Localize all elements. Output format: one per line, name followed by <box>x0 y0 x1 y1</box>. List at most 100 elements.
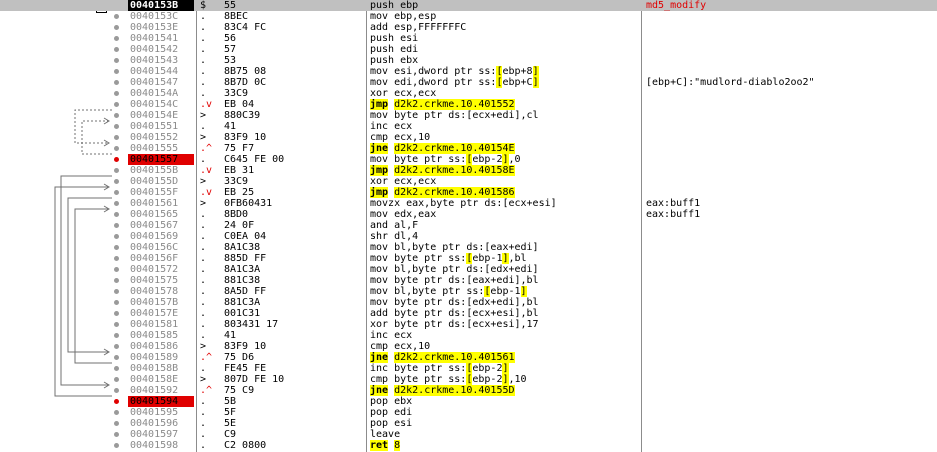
instruction-row[interactable]: 00401557. C645 FE 00 mov byte ptr ss:[ebp-… <box>0 154 937 165</box>
disassembly-view[interactable]: { "ip_label": "IP", "collapse_symbol": "… <box>0 0 937 452</box>
instruction-row[interactable]: 00401541. 56 push esi <box>0 33 937 44</box>
instruction-row[interactable]: 00401547. 8B7D 0C mov edi,dword ptr ss:[eb… <box>0 77 937 88</box>
breakpoint-slot-icon[interactable] <box>114 355 119 360</box>
instruction-bytes: 8BD0 <box>224 209 249 220</box>
breakpoint-slot-icon[interactable] <box>114 36 119 41</box>
instruction-row[interactable]: 00401586 >83F9 10 cmp ecx,10 <box>0 341 937 352</box>
breakpoint-slot-icon[interactable] <box>114 333 119 338</box>
breakpoint-slot-icon[interactable] <box>114 300 119 305</box>
breakpoint-slot-icon[interactable] <box>114 267 119 272</box>
instruction-row[interactable]: 0040158B. FE45 FE inc byte ptr ss:[ebp-2] <box>0 363 937 374</box>
instruction-row[interactable]: 00401597. C9 leave <box>0 429 937 440</box>
instruction-row[interactable]: 00401543. 53 push ebx <box>0 55 937 66</box>
breakpoint-slot-icon[interactable] <box>114 14 119 19</box>
instruction-row[interactable]: 0040158E >807D FE 10 cmp byte ptr ss:[ebp-… <box>0 374 937 385</box>
instruction-row[interactable]: 0040154E >880C39 mov byte ptr ds:[ecx+edi]… <box>0 110 937 121</box>
breakpoint-slot-icon[interactable] <box>114 102 119 107</box>
breakpoint-slot-icon[interactable] <box>114 113 119 118</box>
breakpoint-slot-icon[interactable] <box>114 388 119 393</box>
instruction-row[interactable]: 0040155D >33C9 xor ecx,ecx <box>0 176 937 187</box>
breakpoint-slot-icon[interactable] <box>114 80 119 85</box>
breakpoint-slot-icon[interactable] <box>114 135 119 140</box>
breakpoint-icon[interactable] <box>114 157 119 162</box>
breakpoint-slot-icon[interactable] <box>114 322 119 327</box>
breakpoint-slot-icon[interactable] <box>114 223 119 228</box>
breakpoint-slot-icon[interactable] <box>114 410 119 415</box>
breakpoint-slot-icon[interactable] <box>114 190 119 195</box>
instruction-bytes: EB 31 <box>224 165 255 176</box>
instruction-row[interactable]: 00401551. 41 inc ecx <box>0 121 937 132</box>
instruction-row[interactable]: 00401572. 8A1C3A mov bl,byte ptr ds:[edx+e… <box>0 264 937 275</box>
instruction-row[interactable]: 0040155F .v EB 25 jmp d2k2.crkme.10.401586 <box>0 187 937 198</box>
instruction-row[interactable]: 0040157E. 001C31 add byte ptr ds:[ecx+esi]… <box>0 308 937 319</box>
breakpoint-slot-icon[interactable] <box>114 432 119 437</box>
breakpoint-slot-icon[interactable] <box>114 311 119 316</box>
instruction-row[interactable]: 0040153B $55 push ebp md5_modify <box>0 0 937 11</box>
instruction-row[interactable]: 0040153E. 83C4 FC add esp,FFFFFFFC <box>0 22 937 33</box>
breakpoint-slot-icon[interactable] <box>114 377 119 382</box>
instruction-bytes: 0FB60431 <box>224 198 273 209</box>
instruction-bytes: 83C4 FC <box>224 22 267 33</box>
instruction-row[interactable]: 00401561 >0FB60431 movzx eax,byte ptr ds:[… <box>0 198 937 209</box>
breakpoint-slot-icon[interactable] <box>114 179 119 184</box>
instruction-disassembly: jmp d2k2.crkme.10.401586 <box>370 187 515 198</box>
breakpoint-slot-icon[interactable] <box>114 69 119 74</box>
instruction-row[interactable]: 0040153C. 8BEC mov ebp,esp <box>0 11 937 22</box>
instruction-bytes: C2 0800 <box>224 440 267 451</box>
instruction-row[interactable]: 00401567. 24 0F and al,F <box>0 220 937 231</box>
breakpoint-slot-icon[interactable] <box>114 124 119 129</box>
breakpoint-icon[interactable] <box>114 399 119 404</box>
breakpoint-slot-icon[interactable] <box>114 47 119 52</box>
instruction-row[interactable]: 0040157B. 881C3A mov byte ptr ds:[edx+edi]… <box>0 297 937 308</box>
instruction-row[interactable]: 00401569. C0EA 04 shr dl,4 <box>0 231 937 242</box>
instruction-disassembly: jne d2k2.crkme.10.40155D <box>370 385 515 396</box>
breakpoint-slot-icon[interactable] <box>114 168 119 173</box>
instruction-row[interactable]: 0040156F. 885D FF mov byte ptr ss:[ebp-1],… <box>0 253 937 264</box>
instruction-row[interactable]: 00401595. 5F pop edi <box>0 407 937 418</box>
breakpoint-slot-icon[interactable] <box>114 245 119 250</box>
flow-marker: .^ <box>200 352 213 363</box>
instruction-row[interactable]: 00401581. 803431 17 xor byte ptr ds:[ecx+e… <box>0 319 937 330</box>
instruction-bytes: 885D FF <box>224 253 267 264</box>
instruction-address: 00401543 <box>130 55 179 66</box>
breakpoint-slot-icon[interactable] <box>114 366 119 371</box>
flow-marker: . <box>200 77 207 88</box>
breakpoint-slot-icon[interactable] <box>114 278 119 283</box>
instruction-row[interactable]: 00401589 .^ 75 D6 jne d2k2.crkme.10.401561 <box>0 352 937 363</box>
instruction-row[interactable]: 00401555 .^ 75 F7 jne d2k2.crkme.10.40154E <box>0 143 937 154</box>
instruction-row[interactable]: 0040155B .v EB 31 jmp d2k2.crkme.10.40158E <box>0 165 937 176</box>
instruction-disassembly: leave <box>370 429 401 440</box>
instruction-disassembly: xor byte ptr ds:[ecx+esi],17 <box>370 319 539 330</box>
instruction-row[interactable]: 00401585. 41 inc ecx <box>0 330 937 341</box>
breakpoint-slot-icon[interactable] <box>114 146 119 151</box>
breakpoint-slot-icon[interactable] <box>114 256 119 261</box>
instruction-row[interactable]: 00401594. 5B pop ebx <box>0 396 937 407</box>
instruction-row[interactable]: 00401544. 8B75 08 mov esi,dword ptr ss:[eb… <box>0 66 937 77</box>
instruction-row[interactable]: 00401596. 5E pop esi <box>0 418 937 429</box>
instruction-row[interactable]: 00401575. 881C38 mov byte ptr ds:[eax+edi]… <box>0 275 937 286</box>
breakpoint-slot-icon[interactable] <box>114 25 119 30</box>
breakpoint-slot-icon[interactable] <box>114 421 119 426</box>
breakpoint-slot-icon[interactable] <box>114 201 119 206</box>
instruction-row[interactable]: 0040154C .v EB 04 jmp d2k2.crkme.10.401552 <box>0 99 937 110</box>
instruction-row[interactable]: 00401592 .^ 75 C9 jne d2k2.crkme.10.40155D <box>0 385 937 396</box>
instruction-row[interactable]: 00401598. C2 0800 ret 8 <box>0 440 937 451</box>
flow-marker: . <box>200 363 207 374</box>
breakpoint-slot-icon[interactable] <box>114 289 119 294</box>
breakpoint-slot-icon[interactable] <box>114 443 119 448</box>
breakpoint-slot-icon[interactable] <box>114 58 119 63</box>
instruction-row[interactable]: 0040156C. 8A1C38 mov bl,byte ptr ds:[eax+e… <box>0 242 937 253</box>
instruction-row[interactable]: 00401552 >83F9 10 cmp ecx,10 <box>0 132 937 143</box>
flow-marker: . <box>200 44 207 55</box>
instruction-row[interactable]: 0040154A. 33C9 xor ecx,ecx <box>0 88 937 99</box>
breakpoint-slot-icon[interactable] <box>114 91 119 96</box>
instruction-row[interactable]: 00401542. 57 push edi <box>0 44 937 55</box>
breakpoint-slot-icon[interactable] <box>114 234 119 239</box>
breakpoint-slot-icon[interactable] <box>114 212 119 217</box>
instruction-row[interactable]: 00401578. 8A5D FF mov bl,byte ptr ss:[ebp-… <box>0 286 937 297</box>
instruction-row[interactable]: 00401565. 8BD0 mov edx,eax eax:buff1 <box>0 209 937 220</box>
instruction-bytes: 75 C9 <box>224 385 255 396</box>
instruction-disassembly: push ebx <box>370 55 419 66</box>
breakpoint-slot-icon[interactable] <box>114 344 119 349</box>
flow-marker: .v <box>200 165 213 176</box>
